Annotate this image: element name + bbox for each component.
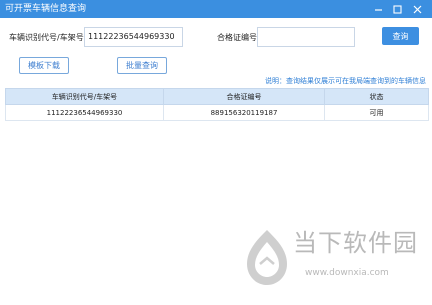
template-download-button[interactable]: 模板下载 [19, 57, 69, 74]
vin-input[interactable]: 11122236544969330 [84, 27, 183, 47]
watermark: 当下软件园 www.downxia.com [243, 228, 418, 290]
cert-input[interactable] [257, 27, 355, 47]
watermark-url: www.downxia.com [305, 268, 389, 278]
cert-cell: 889156320119187 [163, 104, 325, 121]
close-icon[interactable] [407, 0, 427, 18]
title-bar: 可开票车辆信息查询 [0, 0, 432, 18]
maximize-icon[interactable] [387, 0, 407, 18]
table-header-row: 车辆识别代号/车架号 合格证编号 状态 [5, 88, 429, 105]
batch-query-button[interactable]: 批量查询 [117, 57, 167, 74]
cert-label: 合格证编号 [217, 33, 257, 42]
watermark-logo-icon [247, 230, 287, 285]
minimize-icon[interactable] [368, 0, 388, 18]
query-button[interactable]: 查询 [382, 27, 419, 45]
column-header: 车辆识别代号/车架号 [5, 88, 164, 105]
vin-cell: 11122236544969330 [5, 104, 164, 121]
watermark-brand: 当下软件园 [293, 229, 418, 257]
status-cell: 可用 [324, 104, 429, 121]
column-header: 合格证编号 [163, 88, 325, 105]
notice-text: 说明：查询结果仅展示可在我局端查询到的车辆信息 [265, 77, 426, 85]
vin-label: 车辆识别代号/车架号 [9, 33, 84, 42]
column-header: 状态 [324, 88, 429, 105]
window-title: 可开票车辆信息查询 [5, 4, 87, 14]
table-row[interactable]: 11122236544969330 889156320119187 可用 [5, 104, 429, 121]
results-table: 车辆识别代号/车架号 合格证编号 状态 11122236544969330 88… [5, 88, 429, 121]
